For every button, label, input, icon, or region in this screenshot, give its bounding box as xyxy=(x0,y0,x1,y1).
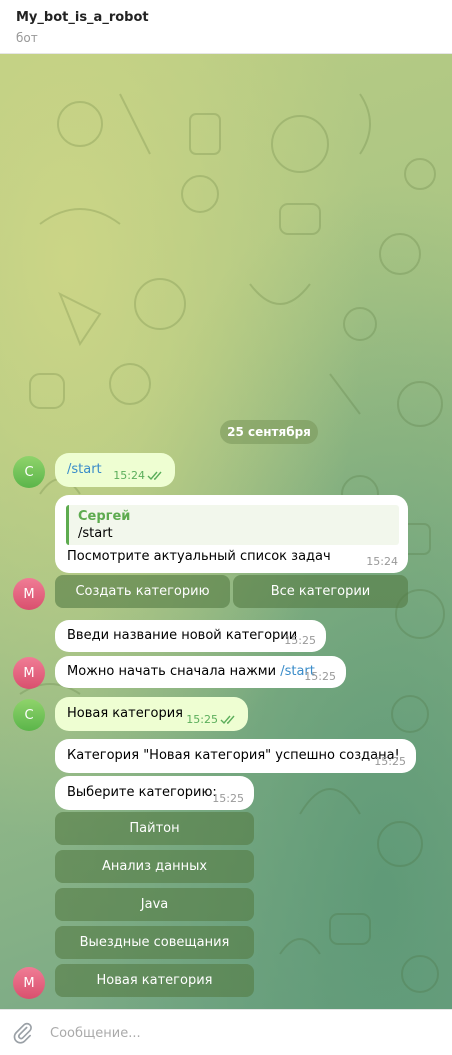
bot-avatar[interactable]: М xyxy=(13,967,45,999)
message-text: Категория "Новая категория" успешно созд… xyxy=(67,748,400,763)
message-time: 15:25 xyxy=(374,755,406,768)
message-text: Можно начать сначала нажми /start xyxy=(67,664,315,679)
outgoing-message[interactable]: Новая категория 15:25 xyxy=(55,697,248,731)
bot-avatar[interactable]: М xyxy=(13,578,45,610)
incoming-message[interactable]: Категория "Новая категория" успешно созд… xyxy=(55,739,416,773)
chat-title[interactable]: My_bot_is_a_robot xyxy=(16,10,149,25)
incoming-message[interactable]: Введи название новой категории 15:25 xyxy=(55,620,326,652)
inline-button-create-category[interactable]: Создать категорию xyxy=(55,575,230,608)
outgoing-message[interactable]: /start 15:24 xyxy=(55,453,175,487)
inline-button-offsite-meetings[interactable]: Выездные совещания xyxy=(55,926,254,959)
inline-button-new-category[interactable]: Новая категория xyxy=(55,964,254,997)
chat-subtitle: бот xyxy=(16,31,38,45)
reply-quote[interactable]: Сергей /start xyxy=(66,505,399,545)
message-time: 15:24 xyxy=(113,469,145,482)
inline-button-all-categories[interactable]: Все категории xyxy=(233,575,408,608)
message-time: 15:24 xyxy=(366,555,398,568)
message-text: Введи название новой категории xyxy=(67,628,298,643)
date-separator: 25 сентября xyxy=(220,420,318,444)
user-avatar[interactable]: С xyxy=(13,699,45,731)
double-check-icon xyxy=(147,471,162,481)
message-composer xyxy=(0,1009,452,1055)
message-time: 15:25 xyxy=(304,670,336,683)
message-list[interactable]: 25 сентября С /start 15:24 Сергей /start… xyxy=(0,54,452,1009)
message-input[interactable] xyxy=(50,1018,430,1048)
chat-header[interactable]: My_bot_is_a_robot бот xyxy=(0,0,452,54)
incoming-message[interactable]: Можно начать сначала нажми /start 15:25 xyxy=(55,656,346,688)
reply-author: Сергей xyxy=(78,509,131,524)
message-text: Новая категория xyxy=(67,706,184,721)
inline-button-java[interactable]: Java xyxy=(55,888,254,921)
bot-avatar[interactable]: М xyxy=(13,657,45,689)
inline-button-data-analysis[interactable]: Анализ данных xyxy=(55,850,254,883)
message-text: Выберите категорию: xyxy=(67,785,217,800)
message-time: 15:25 xyxy=(284,634,316,647)
incoming-message[interactable]: Выберите категорию: 15:25 xyxy=(55,776,254,810)
incoming-message[interactable]: Сергей /start Посмотрите актуальный спис… xyxy=(55,495,408,573)
message-text: Посмотрите актуальный список задач xyxy=(67,549,331,564)
double-check-icon xyxy=(220,715,235,725)
message-text[interactable]: /start xyxy=(67,462,102,477)
message-time: 15:25 xyxy=(186,713,218,726)
message-time: 15:25 xyxy=(212,792,244,805)
user-avatar[interactable]: С xyxy=(13,456,45,488)
inline-button-python[interactable]: Пайтон xyxy=(55,812,254,845)
message-text-prefix: Можно начать сначала нажми xyxy=(67,664,281,679)
attach-icon[interactable] xyxy=(12,1022,34,1044)
reply-text: /start xyxy=(78,526,113,541)
